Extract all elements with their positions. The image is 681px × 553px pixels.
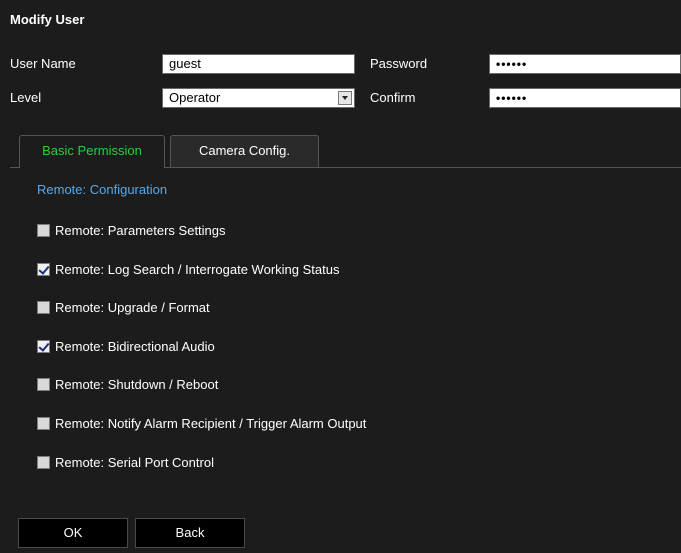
dialog-title: Modify User bbox=[10, 12, 85, 27]
permission-item[interactable]: Remote: Upgrade / Format bbox=[37, 300, 210, 315]
permission-label: Remote: Bidirectional Audio bbox=[55, 339, 215, 354]
level-selected-value: Operator bbox=[169, 90, 221, 105]
permission-checkbox[interactable] bbox=[37, 263, 50, 276]
permission-item[interactable]: Remote: Notify Alarm Recipient / Trigger… bbox=[37, 416, 366, 431]
modify-user-dialog: Modify User User Name guest Password •••… bbox=[0, 0, 681, 553]
permission-item[interactable]: Remote: Bidirectional Audio bbox=[37, 339, 215, 354]
tab-basic-permission[interactable]: Basic Permission bbox=[19, 135, 165, 168]
permission-item[interactable]: Remote: Serial Port Control bbox=[37, 455, 214, 470]
permission-label: Remote: Upgrade / Format bbox=[55, 300, 210, 315]
permission-checkbox[interactable] bbox=[37, 301, 50, 314]
permission-checkbox[interactable] bbox=[37, 224, 50, 237]
username-label: User Name bbox=[10, 56, 76, 71]
permission-checkbox[interactable] bbox=[37, 456, 50, 469]
permission-item[interactable]: Remote: Parameters Settings bbox=[37, 223, 226, 238]
permission-checkbox[interactable] bbox=[37, 417, 50, 430]
permission-label: Remote: Log Search / Interrogate Working… bbox=[55, 262, 340, 277]
permission-label: Remote: Serial Port Control bbox=[55, 455, 214, 470]
username-field[interactable]: guest bbox=[162, 54, 355, 74]
permission-label: Remote: Parameters Settings bbox=[55, 223, 226, 238]
level-label: Level bbox=[10, 90, 42, 105]
tab-camera-config[interactable]: Camera Config. bbox=[170, 135, 319, 167]
confirm-password-field[interactable]: •••••• bbox=[489, 88, 681, 108]
permission-item[interactable]: Remote: Shutdown / Reboot bbox=[37, 377, 218, 392]
password-field[interactable]: •••••• bbox=[489, 54, 681, 74]
permission-item[interactable]: Remote: Log Search / Interrogate Working… bbox=[37, 262, 339, 277]
permission-label: Remote: Shutdown / Reboot bbox=[55, 377, 219, 392]
ok-button[interactable]: OK bbox=[18, 518, 128, 548]
section-title: Remote: Configuration bbox=[37, 182, 168, 197]
chevron-down-icon[interactable] bbox=[338, 91, 352, 105]
back-button[interactable]: Back bbox=[135, 518, 245, 548]
permission-checkbox[interactable] bbox=[37, 340, 50, 353]
permission-checkbox[interactable] bbox=[37, 378, 50, 391]
confirm-label: Confirm bbox=[370, 90, 416, 105]
level-select[interactable]: Operator bbox=[162, 88, 355, 108]
permission-label: Remote: Notify Alarm Recipient / Trigger… bbox=[55, 416, 367, 431]
password-label: Password bbox=[370, 56, 428, 71]
